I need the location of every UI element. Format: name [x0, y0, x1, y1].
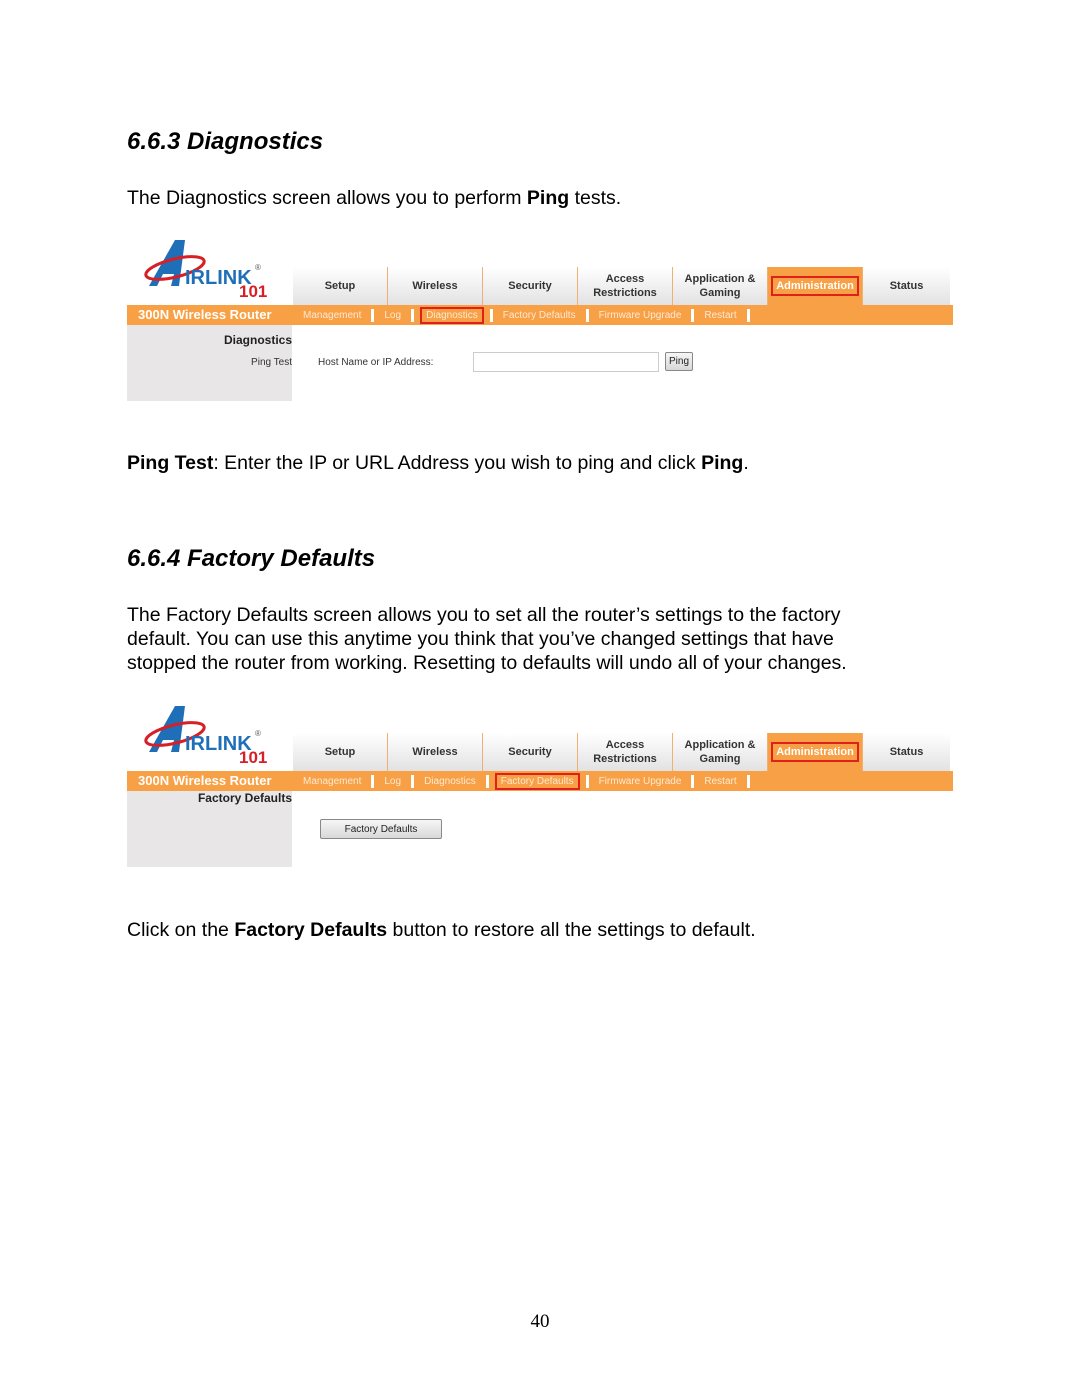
text-line: stopped the router from working. Resetti… [127, 652, 847, 674]
factory-defaults-note: Click on the Factory Defaults button to … [127, 918, 947, 942]
router-model: 300N Wireless Router [138, 307, 272, 322]
tab-label: Wireless [412, 280, 458, 292]
text: button to restore all the settings to de… [387, 919, 756, 941]
tab-status[interactable]: Status [863, 733, 950, 771]
factory-defaults-intro: The Factory Defaults screen allows you t… [127, 603, 947, 675]
tab-administration[interactable]: Administration [768, 267, 863, 305]
tab-label: Administration [771, 276, 859, 296]
sub-navigation: Management Log Diagnostics Factory Defau… [299, 305, 756, 325]
tab-access-restrictions[interactable]: Access Restrictions [578, 733, 673, 771]
section-heading-factory-defaults: 6.6.4 Factory Defaults [127, 545, 376, 572]
main-tabs: Setup Wireless Security Access Restricti… [293, 733, 950, 771]
tab-wireless[interactable]: Wireless [388, 733, 483, 771]
router-screenshot-factory-defaults: IRLINK ® 101 Setup Wireless Security Acc… [127, 697, 953, 867]
section-title: Factory Defaults [197, 791, 292, 805]
subnav-restart[interactable]: Restart [700, 309, 740, 322]
bold-text: Ping Test [127, 452, 214, 474]
subnav-factory-defaults[interactable]: Factory Defaults [494, 772, 580, 790]
tab-access-restrictions[interactable]: Access Restrictions [578, 267, 673, 305]
divider [585, 308, 589, 322]
bold-text: Ping [701, 452, 744, 474]
text: tests. [569, 187, 622, 209]
text-line: The Factory Defaults screen allows you t… [127, 604, 841, 626]
sub-navigation: Management Log Diagnostics Factory Defau… [299, 771, 756, 791]
ping-test-note: Ping Test: Enter the IP or URL Address y… [127, 451, 947, 475]
divider [371, 774, 375, 788]
text-line: default. You can use this anytime you th… [127, 628, 834, 650]
divider [411, 774, 415, 788]
logo-registered: ® [255, 263, 261, 272]
router-model: 300N Wireless Router [138, 773, 272, 788]
tab-label: Security [508, 280, 552, 292]
host-field-label: Host Name or IP Address: [318, 357, 434, 368]
subnav-diagnostics[interactable]: Diagnostics [420, 306, 484, 324]
divider [691, 774, 695, 788]
tab-label: Application & Gaming [684, 739, 756, 765]
tab-setup[interactable]: Setup [293, 733, 388, 771]
section-heading-diagnostics: 6.6.3 Diagnostics [127, 128, 324, 155]
sub-navigation-bar: 300N Wireless Router Management Log Diag… [127, 305, 953, 325]
page-number: 40 [530, 1311, 550, 1332]
text: Click on the [127, 919, 235, 941]
tab-label: Security [508, 746, 552, 758]
logo-number: 101 [239, 282, 267, 300]
airlink-logo: IRLINK ® 101 [144, 240, 267, 300]
divider [746, 308, 750, 322]
tab-label: Status [889, 280, 924, 292]
tab-label: Setup [324, 746, 356, 758]
tab-security[interactable]: Security [483, 733, 578, 771]
tab-label: Wireless [412, 746, 458, 758]
left-panel: Diagnostics Ping Test [127, 325, 292, 401]
subnav-log[interactable]: Log [380, 775, 405, 788]
divider [489, 308, 493, 322]
divider [485, 774, 489, 788]
tab-security[interactable]: Security [483, 267, 578, 305]
subnav-management[interactable]: Management [299, 309, 365, 322]
diagnostics-intro: The Diagnostics screen allows you to per… [127, 186, 947, 210]
subnav-diagnostics[interactable]: Diagnostics [420, 775, 480, 788]
tab-application-gaming[interactable]: Application & Gaming [673, 267, 768, 305]
tab-label: Setup [324, 280, 356, 292]
airlink-logo: IRLINK ® 101 [144, 706, 267, 766]
ping-test-label: Ping Test [251, 357, 292, 368]
section-title: Diagnostics [223, 333, 292, 347]
subnav-factory-defaults[interactable]: Factory Defaults [499, 309, 580, 322]
sub-navigation-bar: 300N Wireless Router Management Log Diag… [127, 771, 953, 791]
tab-administration[interactable]: Administration [768, 733, 863, 771]
divider [691, 308, 695, 322]
divider [746, 774, 750, 788]
router-screenshot-diagnostics: IRLINK ® 101 Setup Wireless Security Acc… [127, 231, 953, 401]
left-panel: Factory Defaults [127, 791, 292, 867]
subnav-firmware-upgrade[interactable]: Firmware Upgrade [595, 775, 686, 788]
factory-defaults-button[interactable]: Factory Defaults [320, 819, 442, 839]
text: The Diagnostics screen allows you to per… [127, 187, 527, 209]
tab-label: Status [889, 746, 924, 758]
tab-label: Administration [771, 742, 859, 762]
tab-label: Access Restrictions [593, 273, 657, 299]
ping-button[interactable]: Ping [665, 352, 693, 371]
logo-number: 101 [239, 748, 267, 766]
subnav-log[interactable]: Log [380, 309, 405, 322]
bold-text: Ping [526, 187, 570, 209]
text: : Enter the IP or URL Address you wish t… [213, 452, 702, 474]
subnav-restart[interactable]: Restart [700, 775, 740, 788]
tab-application-gaming[interactable]: Application & Gaming [673, 733, 768, 771]
tab-label: Application & Gaming [684, 273, 756, 299]
tab-status[interactable]: Status [863, 267, 950, 305]
tab-setup[interactable]: Setup [293, 267, 388, 305]
subnav-management[interactable]: Management [299, 775, 365, 788]
host-ip-input[interactable] [473, 352, 659, 372]
divider [411, 308, 415, 322]
tab-label: Access Restrictions [593, 739, 657, 765]
main-tabs: Setup Wireless Security Access Restricti… [293, 267, 950, 305]
divider [585, 774, 589, 788]
text: . [743, 452, 749, 474]
subnav-firmware-upgrade[interactable]: Firmware Upgrade [595, 309, 686, 322]
bold-text: Factory Defaults [234, 919, 388, 941]
tab-wireless[interactable]: Wireless [388, 267, 483, 305]
logo-registered: ® [255, 729, 261, 738]
divider [371, 308, 375, 322]
